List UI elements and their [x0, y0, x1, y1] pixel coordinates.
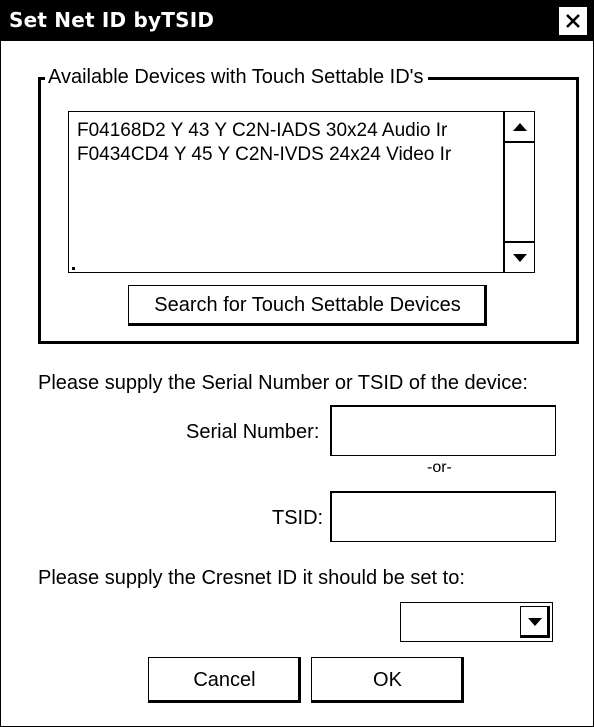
- or-separator: -or-: [427, 459, 452, 476]
- serial-prompt: Please supply the Serial Number or TSID …: [38, 372, 528, 394]
- serial-number-label: Serial Number:: [186, 421, 320, 443]
- chevron-down-icon: [528, 618, 542, 626]
- set-net-id-dialog: Set Net ID byTSID Available Devices with…: [0, 0, 594, 727]
- scroll-up-button[interactable]: [505, 112, 534, 143]
- close-icon: [566, 14, 580, 28]
- close-button[interactable]: [558, 6, 588, 36]
- list-item[interactable]: F04168D2 Y 43 Y C2N-IADS 30x24 Audio Ir: [77, 119, 502, 143]
- arrow-up-icon: [512, 122, 527, 131]
- cancel-button[interactable]: Cancel: [148, 657, 301, 703]
- tsid-label: TSID:: [272, 507, 324, 529]
- list-item[interactable]: F0434CD4 Y 45 Y C2N-IVDS 24x24 Video Ir: [77, 143, 502, 167]
- arrow-down-icon: [512, 253, 527, 262]
- focus-dot: [72, 267, 75, 270]
- scroll-down-button[interactable]: [505, 241, 534, 272]
- search-devices-button[interactable]: Search for Touch Settable Devices: [128, 285, 487, 326]
- ok-button[interactable]: OK: [311, 657, 464, 703]
- cresnet-id-dropdown[interactable]: [400, 602, 553, 642]
- devices-group-legend: Available Devices with Touch Settable ID…: [45, 66, 428, 89]
- cresnet-prompt: Please supply the Cresnet ID it should b…: [38, 567, 465, 589]
- title-bar[interactable]: Set Net ID byTSID: [1, 1, 593, 41]
- tsid-input[interactable]: [330, 491, 556, 542]
- window-title: Set Net ID byTSID: [9, 8, 215, 32]
- devices-listbox[interactable]: F04168D2 Y 43 Y C2N-IADS 30x24 Audio Ir …: [68, 111, 535, 273]
- dropdown-button[interactable]: [520, 606, 550, 638]
- vertical-scrollbar[interactable]: [503, 112, 534, 272]
- serial-number-input[interactable]: [330, 405, 556, 456]
